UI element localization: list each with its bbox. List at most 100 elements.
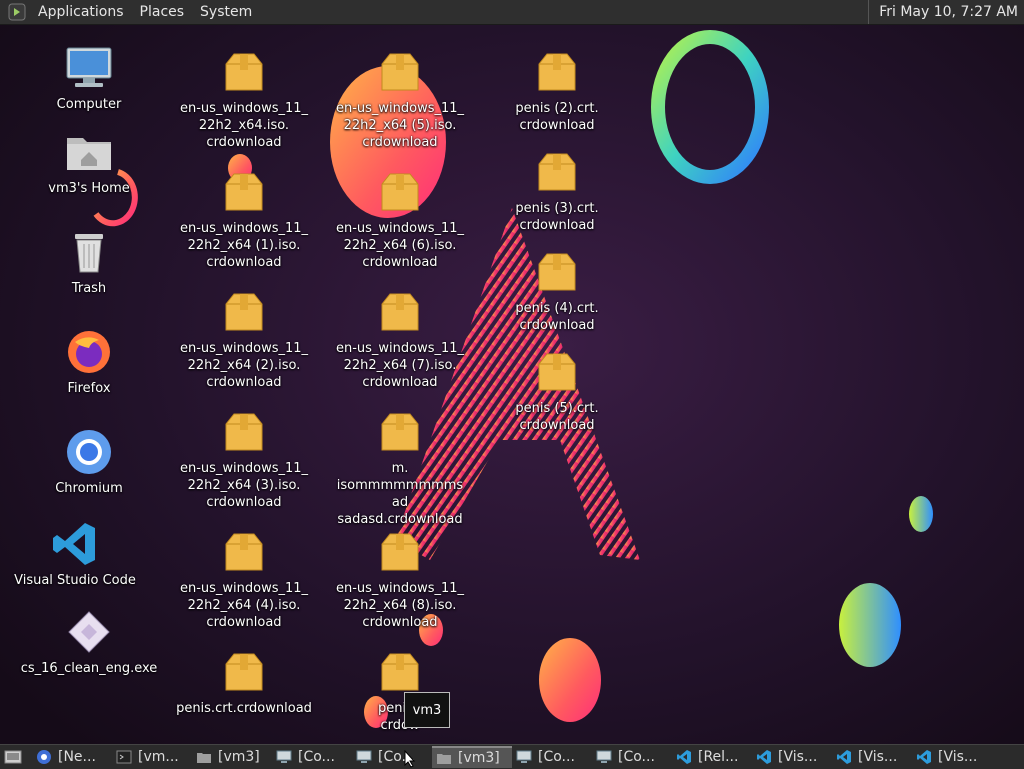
package-icon	[533, 48, 581, 96]
package-icon	[376, 528, 424, 576]
taskbar-task-button[interactable]: [vm3]	[192, 746, 272, 768]
taskbar-task-button[interactable]: [Co...	[512, 746, 592, 768]
taskbar-task-label: [vm3]	[458, 750, 500, 766]
file-label: en-us_windows_11_ 22h2_x64 (8).iso. crdo…	[335, 581, 465, 630]
file-icon[interactable]: en-us_windows_11_ 22h2_x64 (1).iso. crdo…	[179, 168, 309, 271]
home-label: vm3's Home	[48, 181, 130, 196]
folder-icon	[436, 750, 452, 766]
mouse-cursor-icon	[404, 750, 416, 768]
package-icon	[220, 168, 268, 216]
file-label: penis (5).crt. crdownload	[515, 401, 599, 433]
taskbar-task-label: [Vis...	[778, 749, 818, 765]
file-label: penis (4).crt. crdownload	[515, 301, 599, 333]
places-menu[interactable]: Places	[132, 4, 193, 20]
trash-label: Trash	[71, 281, 107, 296]
package-icon	[376, 648, 424, 696]
firefox-icon	[36, 749, 52, 765]
firefox-desktop-icon[interactable]: Firefox	[24, 328, 154, 397]
file-label: en-us_windows_11_ 22h2_x64.iso. crdownlo…	[179, 101, 309, 150]
tooltip: vm3	[404, 692, 450, 728]
file-label: penis (2).crt. crdownload	[515, 101, 599, 133]
file-icon[interactable]: penis (3).crt. crdownload	[492, 148, 622, 234]
package-icon	[376, 168, 424, 216]
file-icon[interactable]: en-us_windows_11_ 22h2_x64 (6).iso. crdo…	[335, 168, 465, 271]
chromium-label: Chromium	[55, 481, 123, 496]
taskbar-task-button[interactable]: [Ne...	[32, 746, 112, 768]
computer-desktop-icon[interactable]: Computer	[24, 44, 154, 113]
monitor-icon	[356, 749, 372, 765]
package-icon	[220, 48, 268, 96]
file-label: en-us_windows_11_ 22h2_x64 (4).iso. crdo…	[179, 581, 309, 630]
package-icon	[533, 348, 581, 396]
monitor-icon	[596, 749, 612, 765]
file-icon[interactable]: en-us_windows_11_ 22h2_x64 (7).iso. crdo…	[335, 288, 465, 391]
package-icon	[533, 148, 581, 196]
file-label: en-us_windows_11_ 22h2_x64 (5).iso. crdo…	[335, 101, 465, 150]
trash-icon	[65, 228, 113, 276]
package-icon	[220, 648, 268, 696]
file-label: en-us_windows_11_ 22h2_x64 (2).iso. crdo…	[179, 341, 309, 390]
taskbar-task-label: [Vis...	[858, 749, 898, 765]
vscode-icon	[836, 749, 852, 765]
file-icon[interactable]: penis (2).crt. crdownload	[492, 48, 622, 134]
vscode-icon	[756, 749, 772, 765]
taskbar-task-button[interactable]: [Co...	[352, 746, 432, 768]
file-icon[interactable]: penis.crt.crdownload	[169, 648, 319, 717]
folder-icon	[196, 749, 212, 765]
package-icon	[220, 528, 268, 576]
home-folder-icon	[65, 128, 113, 176]
taskbar-task-button[interactable]: [Co...	[592, 746, 672, 768]
file-icon[interactable]: en-us_windows_11_ 22h2_x64 (3).iso. crdo…	[179, 408, 309, 511]
system-menu[interactable]: System	[192, 4, 260, 20]
top-panel: Applications Places System Fri May 10, 7…	[0, 0, 1024, 25]
taskbar-task-button[interactable]: [Vis...	[912, 746, 992, 768]
taskbar-task-label: [vm3]	[218, 749, 260, 765]
firefox-label: Firefox	[67, 381, 111, 396]
vscode-icon	[51, 520, 99, 568]
vscode-desktop-icon[interactable]: Visual Studio Code	[0, 520, 150, 589]
taskbar-task-label: [Rel...	[698, 749, 739, 765]
terminal-icon	[116, 749, 132, 765]
package-icon	[220, 288, 268, 336]
show-desktop-button[interactable]	[2, 748, 24, 766]
taskbar-task-label: [Co...	[538, 749, 575, 765]
clock[interactable]: Fri May 10, 7:27 AM	[868, 0, 1024, 24]
chromium-desktop-icon[interactable]: Chromium	[24, 428, 154, 497]
firefox-icon	[65, 328, 113, 376]
taskbar-task-button[interactable]: [vm...	[112, 746, 192, 768]
file-icon[interactable]: en-us_windows_11_ 22h2_x64 (5).iso. crdo…	[335, 48, 465, 151]
computer-label: Computer	[56, 97, 122, 112]
taskbar-task-label: [Vis...	[938, 749, 978, 765]
file-icon[interactable]: en-us_windows_11_ 22h2_x64 (2).iso. crdo…	[179, 288, 309, 391]
vscode-icon	[916, 749, 932, 765]
package-icon	[220, 408, 268, 456]
menu-launcher-icon[interactable]	[8, 3, 26, 21]
cs16-desktop-icon[interactable]: cs_16_clean_eng.exe	[14, 608, 164, 677]
taskbar-task-button[interactable]: [Co...	[272, 746, 352, 768]
file-icon[interactable]: en-us_windows_11_ 22h2_x64 (8).iso. crdo…	[335, 528, 465, 631]
taskbar-task-button[interactable]: [Vis...	[752, 746, 832, 768]
file-icon[interactable]: penis (4).crt. crdownload	[492, 248, 622, 334]
file-icon[interactable]: penis (5).crt. crdownload	[492, 348, 622, 434]
vscode-label: Visual Studio Code	[14, 573, 136, 588]
taskbar-task-label: [Ne...	[58, 749, 96, 765]
trash-desktop-icon[interactable]: Trash	[24, 228, 154, 297]
file-label: m. isommmmmmmmsad sadasd.crdownload	[336, 461, 464, 527]
file-icon[interactable]: en-us_windows_11_ 22h2_x64 (4).iso. crdo…	[179, 528, 309, 631]
package-icon	[376, 48, 424, 96]
file-label: en-us_windows_11_ 22h2_x64 (3).iso. crdo…	[179, 461, 309, 510]
file-icon[interactable]: en-us_windows_11_ 22h2_x64.iso. crdownlo…	[179, 48, 309, 151]
taskbar-task-button[interactable]: [vm3]	[432, 746, 512, 768]
file-label: en-us_windows_11_ 22h2_x64 (6).iso. crdo…	[335, 221, 465, 270]
taskbar-task-button[interactable]: [Rel...	[672, 746, 752, 768]
file-label: en-us_windows_11_ 22h2_x64 (7).iso. crdo…	[335, 341, 465, 390]
taskbar-task-button[interactable]: [Vis...	[832, 746, 912, 768]
chromium-icon	[65, 428, 113, 476]
taskbar-task-label: [Co...	[618, 749, 655, 765]
monitor-icon	[276, 749, 292, 765]
cs16-label: cs_16_clean_eng.exe	[20, 661, 158, 676]
exe-file-icon	[65, 608, 113, 656]
applications-menu[interactable]: Applications	[30, 4, 132, 20]
home-desktop-icon[interactable]: vm3's Home	[24, 128, 154, 197]
file-icon[interactable]: m. isommmmmmmmsad sadasd.crdownload	[335, 408, 465, 528]
